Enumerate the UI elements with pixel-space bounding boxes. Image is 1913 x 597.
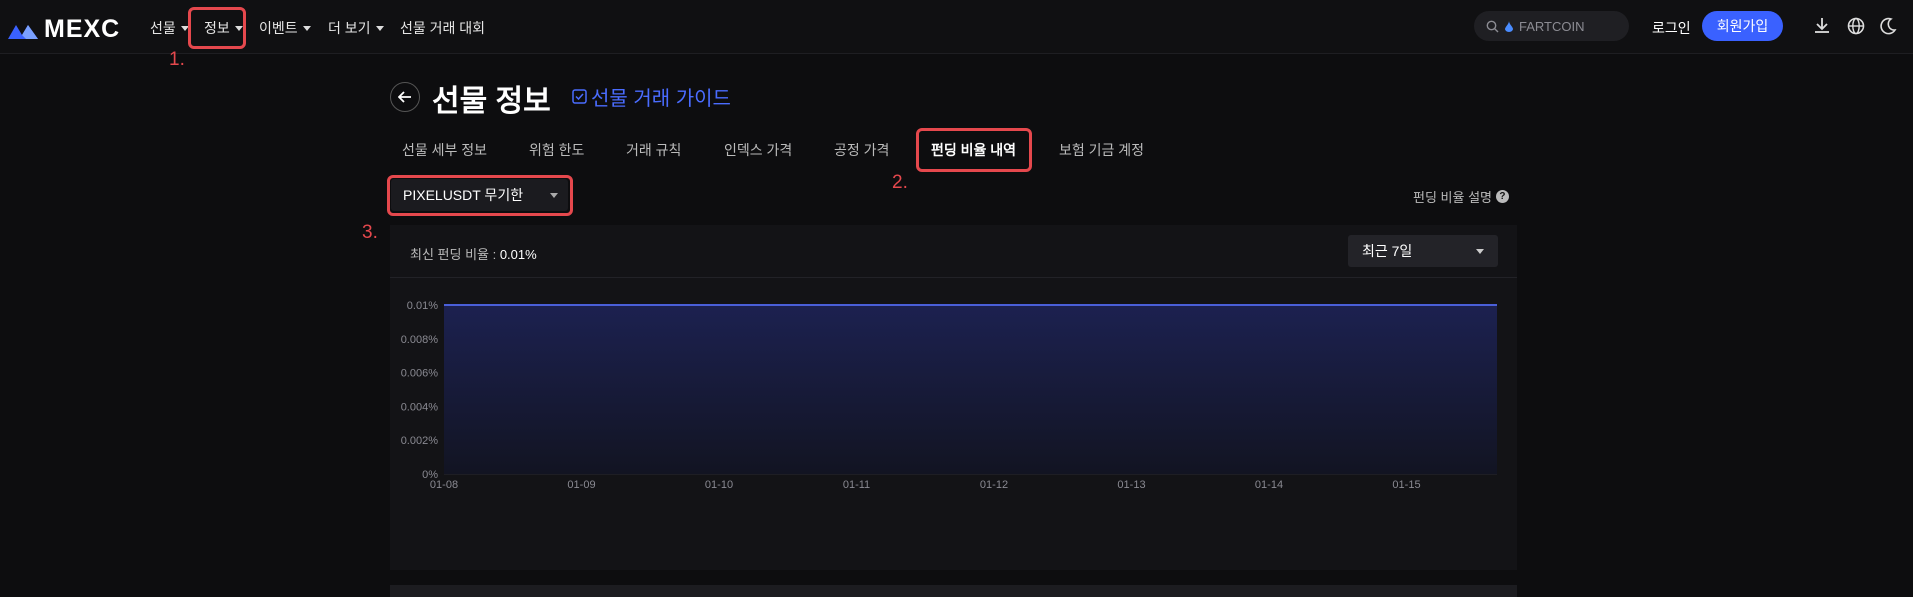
moon-icon[interactable] — [1878, 16, 1898, 36]
annotation-label-2: 2. — [892, 172, 908, 193]
y-tick-label: 0.01% — [407, 300, 438, 312]
bottom-section — [390, 585, 1517, 597]
tab-fair-price[interactable]: 공정 가격 — [834, 140, 889, 160]
y-tick-label: 0.006% — [401, 368, 439, 380]
signup-button[interactable]: 회원가입 — [1702, 11, 1783, 41]
funding-rate-panel: 최신 펀딩 비율 : 0.01% 최근 7일 0% 0.002% 0.004% 0.0… — [390, 225, 1517, 570]
x-tick-label: 01-13 — [1117, 479, 1145, 491]
question-icon: ? — [1495, 190, 1509, 203]
nav-futures[interactable]: 선물 — [150, 18, 189, 38]
latest-funding-rate: 최신 펀딩 비율 : 0.01% — [410, 247, 537, 262]
search-icon — [1486, 20, 1499, 32]
period-select-value: 최근 7일 — [1362, 243, 1413, 259]
series-area — [444, 305, 1497, 474]
period-select[interactable]: 최근 7일 — [1348, 235, 1498, 267]
x-tick-label: 01-08 — [430, 479, 458, 491]
x-tick-label: 01-11 — [843, 479, 870, 491]
annotation-box-info — [188, 7, 246, 49]
x-tick-label: 01-12 — [980, 479, 1008, 491]
tab-risk-limit[interactable]: 위험 한도 — [529, 140, 584, 160]
x-tick-label: 01-10 — [705, 479, 733, 491]
latest-funding-rate-value: 0.01% — [499, 247, 537, 262]
y-tick-label: 0.004% — [401, 401, 439, 413]
y-tick-label: 0.002% — [401, 435, 439, 447]
nav-competition[interactable]: 선물 거래 대회 — [400, 18, 485, 38]
annotation-box-tab — [916, 128, 1032, 172]
tab-insurance-fund[interactable]: 보험 기금 계정 — [1059, 140, 1144, 160]
globe-icon[interactable] — [1846, 16, 1866, 36]
chevron-down-icon — [302, 25, 311, 31]
search-input[interactable]: FARTCOIN — [1474, 11, 1629, 41]
page-title: 선물 정보 — [432, 85, 551, 118]
download-icon[interactable] — [1812, 16, 1832, 36]
x-tick-label: 01-14 — [1255, 479, 1283, 491]
nav-more[interactable]: 더 보기 — [328, 18, 384, 38]
top-nav: MEXC 선물 정보 이벤트 더 보기 선물 거래 대회 FARTCOIN 로그… — [0, 0, 1913, 54]
chevron-down-icon — [375, 25, 384, 31]
x-tick-label: 01-15 — [1392, 479, 1420, 491]
x-tick-label: 01-09 — [567, 479, 595, 491]
checklist-icon — [572, 89, 587, 104]
funding-rate-help[interactable]: 펀딩 비율 설명 ? — [1413, 187, 1509, 206]
arrow-left-icon — [398, 91, 411, 103]
login-button[interactable]: 로그인 — [1652, 18, 1691, 38]
tab-trading-rules[interactable]: 거래 규칙 — [626, 140, 681, 160]
brand-name: MEXC — [44, 15, 121, 43]
chevron-down-icon — [1476, 249, 1484, 254]
nav-events[interactable]: 이벤트 — [259, 18, 311, 38]
annotation-box-contract — [387, 175, 573, 216]
annotation-label-1: 1. — [169, 49, 185, 70]
tab-index-price[interactable]: 인덱스 가격 — [724, 140, 792, 160]
search-placeholder: FARTCOIN — [1519, 18, 1585, 34]
back-button[interactable] — [390, 82, 420, 112]
mexc-logo[interactable]: MEXC — [8, 15, 120, 44]
panel-header: 최신 펀딩 비율 : 0.01% 최근 7일 — [390, 225, 1517, 278]
tab-futures-details[interactable]: 선물 세부 정보 — [402, 140, 487, 160]
annotation-label-3: 3. — [362, 222, 378, 243]
futures-guide-link[interactable]: 선물 거래 가이드 — [572, 82, 731, 111]
mexc-logo-icon — [8, 24, 38, 39]
funding-rate-chart: 0%0.002%0.004%0.006%0.008%0.01%01-08 01-0… — [401, 300, 1497, 491]
drop-icon — [1505, 20, 1513, 32]
y-tick-label: 0.008% — [401, 334, 439, 346]
